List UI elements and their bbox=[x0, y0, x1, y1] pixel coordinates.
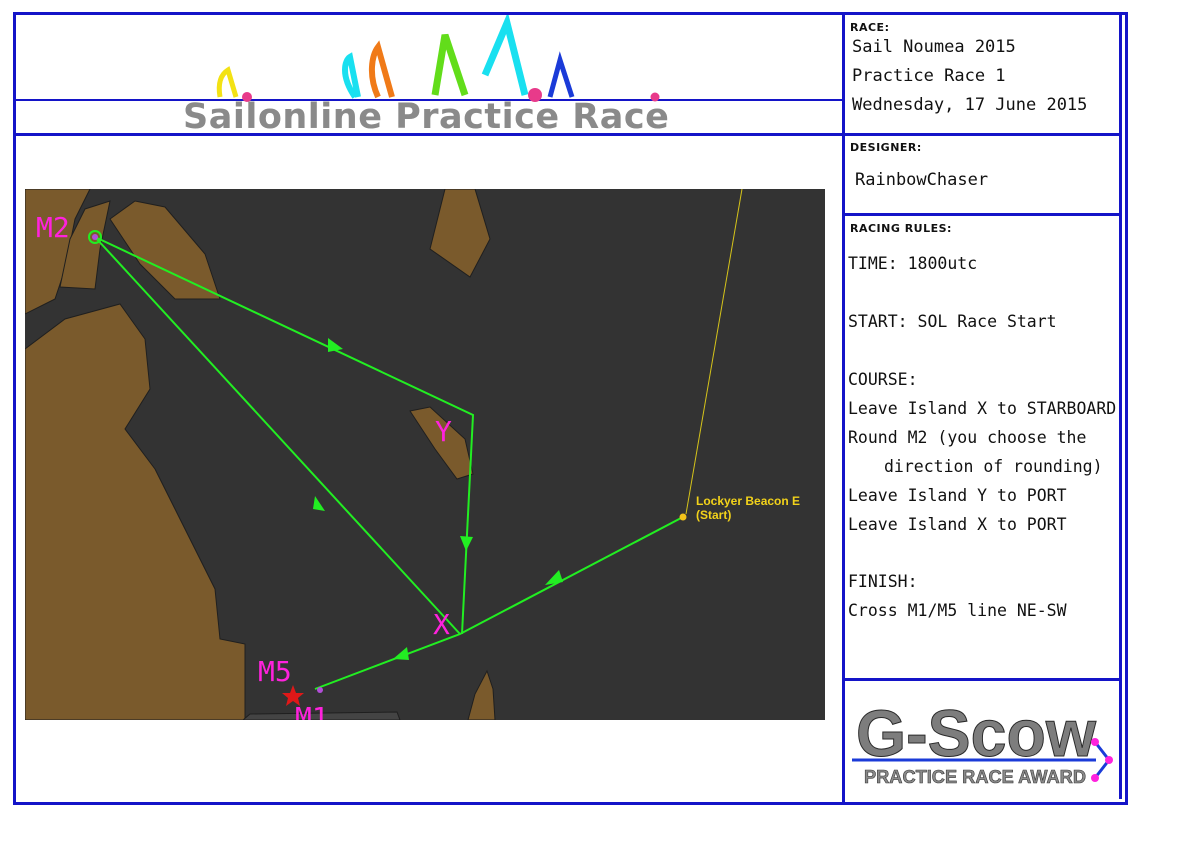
arrow-5 bbox=[460, 536, 473, 551]
arrow-1 bbox=[545, 570, 563, 585]
award-logo: G-Scow PRACTICE RACE AWARD bbox=[852, 696, 1113, 787]
rules-course-1: Leave Island X to STARBOARD bbox=[848, 399, 1117, 418]
label-m5: M5 bbox=[258, 655, 292, 688]
label-m1: M1 bbox=[295, 701, 329, 720]
label-y: Y bbox=[435, 415, 452, 448]
designer-divider bbox=[845, 213, 1122, 216]
rules-finish: Cross M1/M5 line NE-SW bbox=[848, 601, 1067, 620]
mark-m2-dot bbox=[92, 234, 98, 240]
rules-label: RACING RULES: bbox=[850, 222, 952, 235]
route-leg-start bbox=[314, 516, 684, 690]
start-sublabel: (Start) bbox=[696, 508, 731, 522]
rules-finish-label: FINISH: bbox=[848, 572, 918, 591]
column-divider bbox=[842, 12, 845, 802]
start-line-bearing bbox=[685, 189, 743, 515]
rules-course-5: Leave Island X to PORT bbox=[848, 515, 1067, 534]
sails-logo bbox=[216, 15, 660, 102]
rules-start: START: SOL Race Start bbox=[848, 312, 1057, 331]
award-subtitle: PRACTICE RACE AWARD bbox=[864, 767, 1086, 787]
rules-course-4: Leave Island Y to PORT bbox=[848, 486, 1067, 505]
award-dot-3 bbox=[1091, 774, 1099, 782]
rules-time: TIME: 1800utc bbox=[848, 254, 978, 273]
course-map: M2 M5 M1 X Y Lockyer Beacon E (Start) bbox=[25, 189, 825, 720]
rules-course-2: Round M2 (you choose the bbox=[848, 428, 1087, 447]
mark-m5-dot bbox=[317, 687, 323, 693]
land-north-island bbox=[109, 200, 221, 300]
race-number: Practice Race 1 bbox=[852, 66, 1006, 86]
race-divider bbox=[845, 133, 1122, 136]
race-name: Sail Noumea 2015 bbox=[852, 37, 1016, 57]
land-top-island bbox=[429, 189, 491, 278]
award-dot-2 bbox=[1105, 756, 1113, 764]
land-masses bbox=[25, 189, 496, 720]
banner-title: Sailonline Practice Race bbox=[183, 97, 670, 137]
start-point bbox=[679, 513, 687, 521]
course-chart: M2 M5 M1 X Y Lockyer Beacon E (Start) bbox=[25, 189, 800, 720]
race-date: Wednesday, 17 June 2015 bbox=[852, 95, 1088, 115]
award-dot-1 bbox=[1091, 738, 1099, 746]
start-label: Lockyer Beacon E bbox=[696, 494, 800, 508]
rules-divider bbox=[845, 678, 1122, 681]
arrow-3 bbox=[313, 496, 325, 511]
designer-label: DESIGNER: bbox=[850, 141, 922, 154]
land-south-island bbox=[467, 669, 496, 720]
label-m2: M2 bbox=[36, 211, 70, 244]
designer-name: RainbowChaser bbox=[855, 170, 989, 190]
rules-course-3: direction of rounding) bbox=[884, 457, 1103, 476]
race-info: Sail Noumea 2015 Practice Race 1 Wednesd… bbox=[852, 33, 1087, 120]
arrow-4 bbox=[328, 338, 343, 352]
rules-course-label: COURSE: bbox=[848, 370, 918, 389]
arrow-2 bbox=[393, 647, 409, 660]
label-x: X bbox=[433, 608, 450, 641]
right-edge bbox=[1119, 15, 1122, 799]
land-west-coast bbox=[25, 303, 246, 720]
